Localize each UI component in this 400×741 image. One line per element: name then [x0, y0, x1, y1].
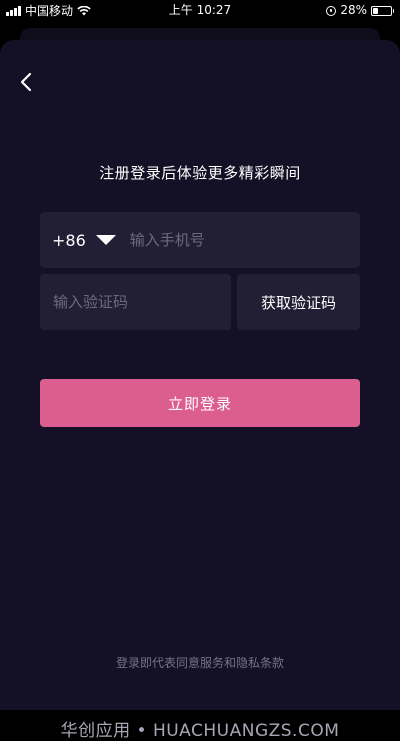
status-right: 28% — [326, 3, 394, 18]
phone-input[interactable] — [127, 230, 332, 250]
chevron-left-icon — [20, 72, 32, 92]
country-code-selector[interactable]: +86 — [52, 231, 86, 250]
watermark: 华创应用 • HUACHUANGZS.COM — [60, 721, 340, 741]
terms-text[interactable]: 登录即代表同意服务和隐私条款 — [0, 654, 400, 671]
page-headline: 注册登录后体验更多精彩瞬间 — [99, 164, 301, 182]
verification-code-field — [40, 274, 231, 330]
login-button[interactable]: 立即登录 — [40, 379, 360, 427]
battery-level — [373, 7, 378, 14]
get-code-button[interactable]: 获取验证码 — [237, 274, 360, 330]
verification-code-input[interactable] — [51, 292, 225, 312]
login-sheet: 注册登录后体验更多精彩瞬间 +86 获取验证码 立即登录 登录即代表同意服务和隐… — [0, 40, 400, 741]
phone-field: +86 — [40, 212, 360, 268]
caret-down-icon[interactable] — [95, 235, 116, 245]
back-button[interactable] — [12, 68, 40, 96]
battery-icon — [371, 5, 394, 16]
orientation-lock-icon — [326, 5, 337, 16]
status-bar: 中国移动 上午 10:27 28% — [0, 0, 400, 22]
battery-percent: 28% — [340, 3, 367, 17]
